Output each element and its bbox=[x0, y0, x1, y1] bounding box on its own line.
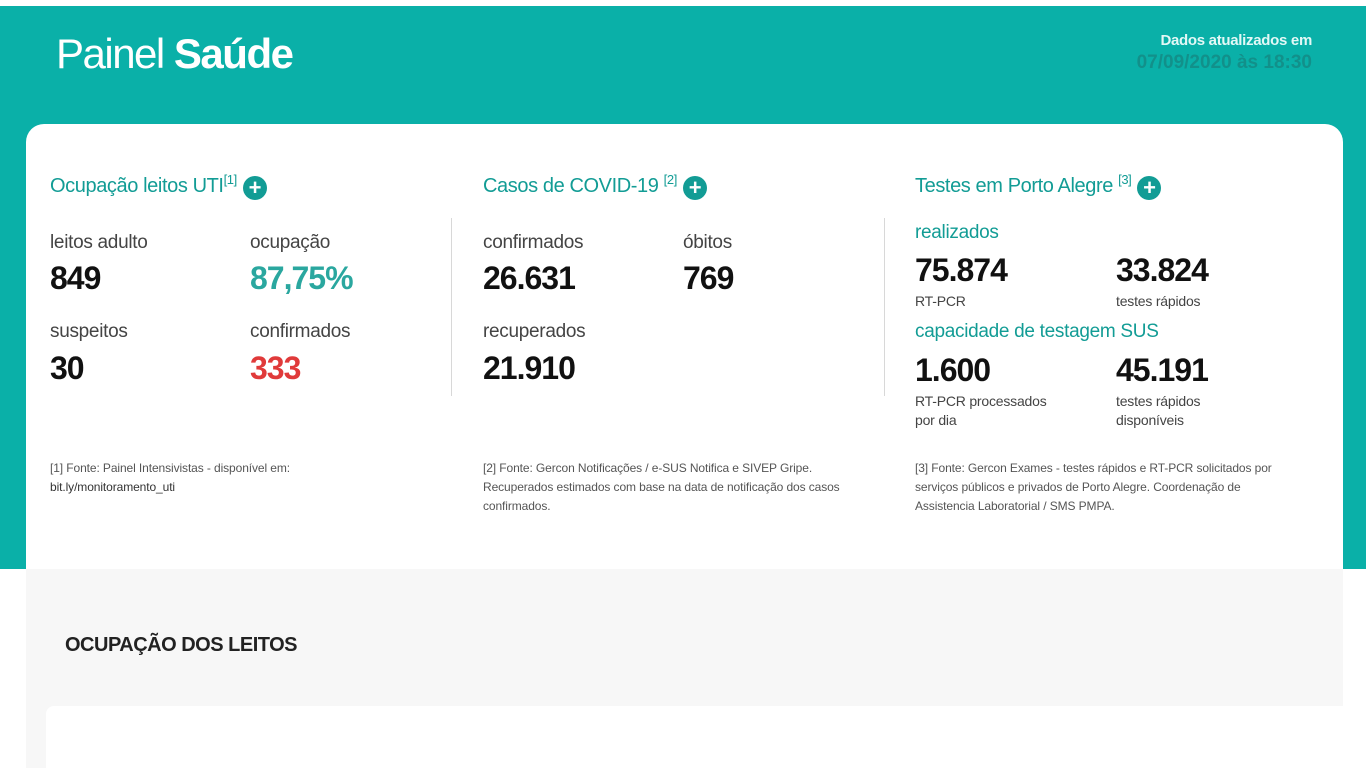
recuperados-value: 21.910 bbox=[483, 350, 576, 386]
plus-circle-icon[interactable]: + bbox=[242, 176, 267, 200]
testes-ref: [3] bbox=[1118, 172, 1132, 187]
divider-2 bbox=[884, 218, 885, 396]
covid-note-line2: Recuperados estimados com base na data d… bbox=[483, 480, 840, 494]
testes-note-line2: serviços públicos e privados de Porto Al… bbox=[915, 480, 1241, 494]
leitos-value: 849 bbox=[50, 260, 101, 296]
uti-confirmados-value: 333 bbox=[250, 350, 301, 386]
update-timestamp: 07/09/2020 às 18:30 bbox=[1136, 52, 1312, 73]
uti-note-line1: [1] Fonte: Painel Intensivistas - dispon… bbox=[50, 461, 290, 475]
ocupacao-label: ocupação bbox=[250, 232, 331, 253]
covid-ref: [2] bbox=[663, 172, 678, 187]
disponiveis-label-line2: disponíveis bbox=[1116, 412, 1184, 428]
covid-note-line3: confirmados. bbox=[483, 499, 551, 513]
rapidos-label: testes rápidos bbox=[1116, 293, 1201, 309]
suspeitos-value: 30 bbox=[50, 350, 85, 386]
uti-title: Ocupação leitos UTI[1] + bbox=[50, 172, 267, 200]
plus-circle-icon[interactable]: + bbox=[682, 176, 707, 200]
disponiveis-label-line1: testes rápidos bbox=[1116, 393, 1201, 409]
processados-value: 1.600 bbox=[915, 352, 991, 388]
testes-note: [3] Fonte: Gercon Exames - testes rápido… bbox=[915, 459, 1315, 516]
ocupacao-value: 87,75% bbox=[250, 260, 354, 296]
disponiveis-label: testes rápidos disponíveis bbox=[1116, 392, 1201, 430]
leitos-label: leitos adulto bbox=[50, 232, 148, 253]
divider-1 bbox=[451, 218, 452, 396]
update-info: Dados atualizados em 07/09/2020 às 18:30 bbox=[1136, 32, 1313, 76]
testes-note-line3: Assistencia Laboratorial / SMS PMPA. bbox=[915, 499, 1115, 513]
realizados-label: realizados bbox=[915, 222, 999, 243]
covid-note: [2] Fonte: Gercon Notificações / e-SUS N… bbox=[483, 459, 863, 516]
covid-confirmados-label: confirmados bbox=[483, 232, 584, 253]
processados-label: RT-PCR processados por dia bbox=[915, 392, 1047, 430]
obitos-value: 769 bbox=[683, 260, 734, 296]
rtpcr-value: 75.874 bbox=[915, 252, 1008, 288]
recuperados-label: recuperados bbox=[483, 321, 586, 342]
covid-title: Casos de COVID-19 [2] + bbox=[483, 172, 707, 200]
brand-light: Painel bbox=[56, 30, 174, 77]
brand-title[interactable]: Painel Saúde bbox=[56, 30, 294, 78]
processados-label-line1: RT-PCR processados bbox=[915, 393, 1047, 409]
testes-note-line1: [3] Fonte: Gercon Exames - testes rápido… bbox=[915, 461, 1272, 475]
capacidade-label: capacidade de testagem SUS bbox=[915, 321, 1159, 342]
brand-bold: Saúde bbox=[173, 30, 294, 77]
covid-note-line1: [2] Fonte: Gercon Notificações / e-SUS N… bbox=[483, 461, 813, 475]
suspeitos-label: suspeitos bbox=[50, 321, 128, 342]
uti-note: [1] Fonte: Painel Intensivistas - dispon… bbox=[50, 459, 430, 497]
uti-ref: [1] bbox=[223, 172, 238, 187]
uti-title-text: Ocupação leitos UTI bbox=[50, 175, 224, 197]
disponiveis-value: 45.191 bbox=[1116, 352, 1209, 388]
rapidos-value: 33.824 bbox=[1116, 252, 1209, 288]
testes-title: Testes em Porto Alegre [3] + bbox=[915, 172, 1162, 200]
obitos-label: óbitos bbox=[683, 232, 732, 253]
rtpcr-label: RT-PCR bbox=[915, 293, 966, 309]
chart-panel bbox=[46, 706, 1343, 768]
section-title: OCUPAÇÃO DOS LEITOS bbox=[65, 634, 298, 656]
processados-label-line2: por dia bbox=[915, 412, 957, 428]
uti-note-line2: bit.ly/monitoramento_uti bbox=[50, 480, 175, 494]
testes-title-text: Testes em Porto Alegre bbox=[915, 175, 1113, 197]
uti-confirmados-label: confirmados bbox=[250, 321, 351, 342]
covid-confirmados-value: 26.631 bbox=[483, 260, 576, 296]
update-label: Dados atualizados em bbox=[1160, 32, 1312, 49]
plus-circle-icon[interactable]: + bbox=[1137, 176, 1162, 200]
covid-title-text: Casos de COVID-19 bbox=[483, 175, 659, 197]
